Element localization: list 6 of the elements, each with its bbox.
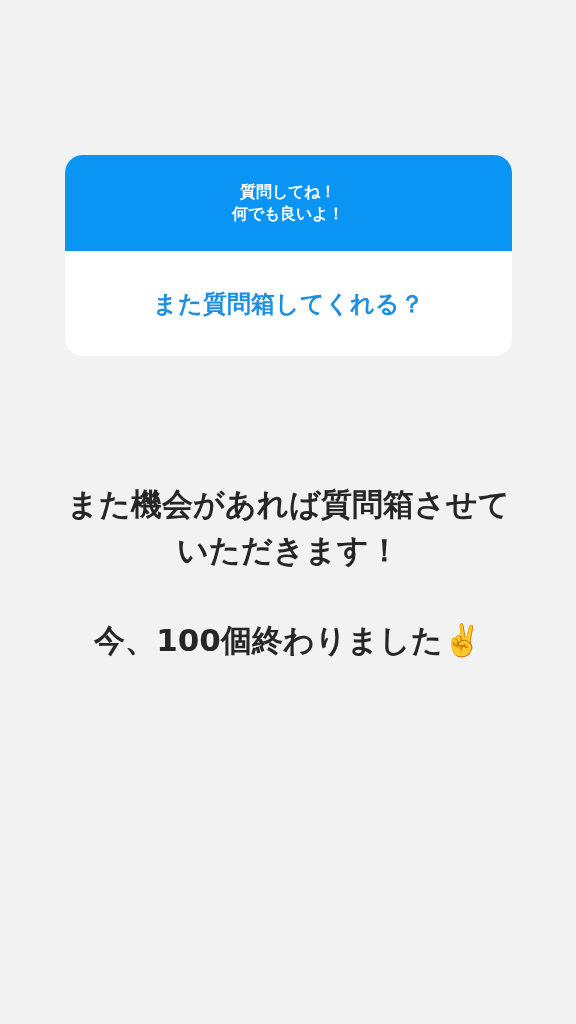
answer-text: また質問箱してくれる？ (152, 288, 424, 320)
message-text: 今、100個終わりました✌ (94, 621, 482, 660)
message-text: また機会があれば質問箱させて (66, 485, 510, 524)
message-text: いただきます！ (176, 531, 400, 570)
prompt-text: 何でも良いよ！ (232, 203, 344, 225)
prompt-text: 質問してね！ (240, 181, 336, 203)
